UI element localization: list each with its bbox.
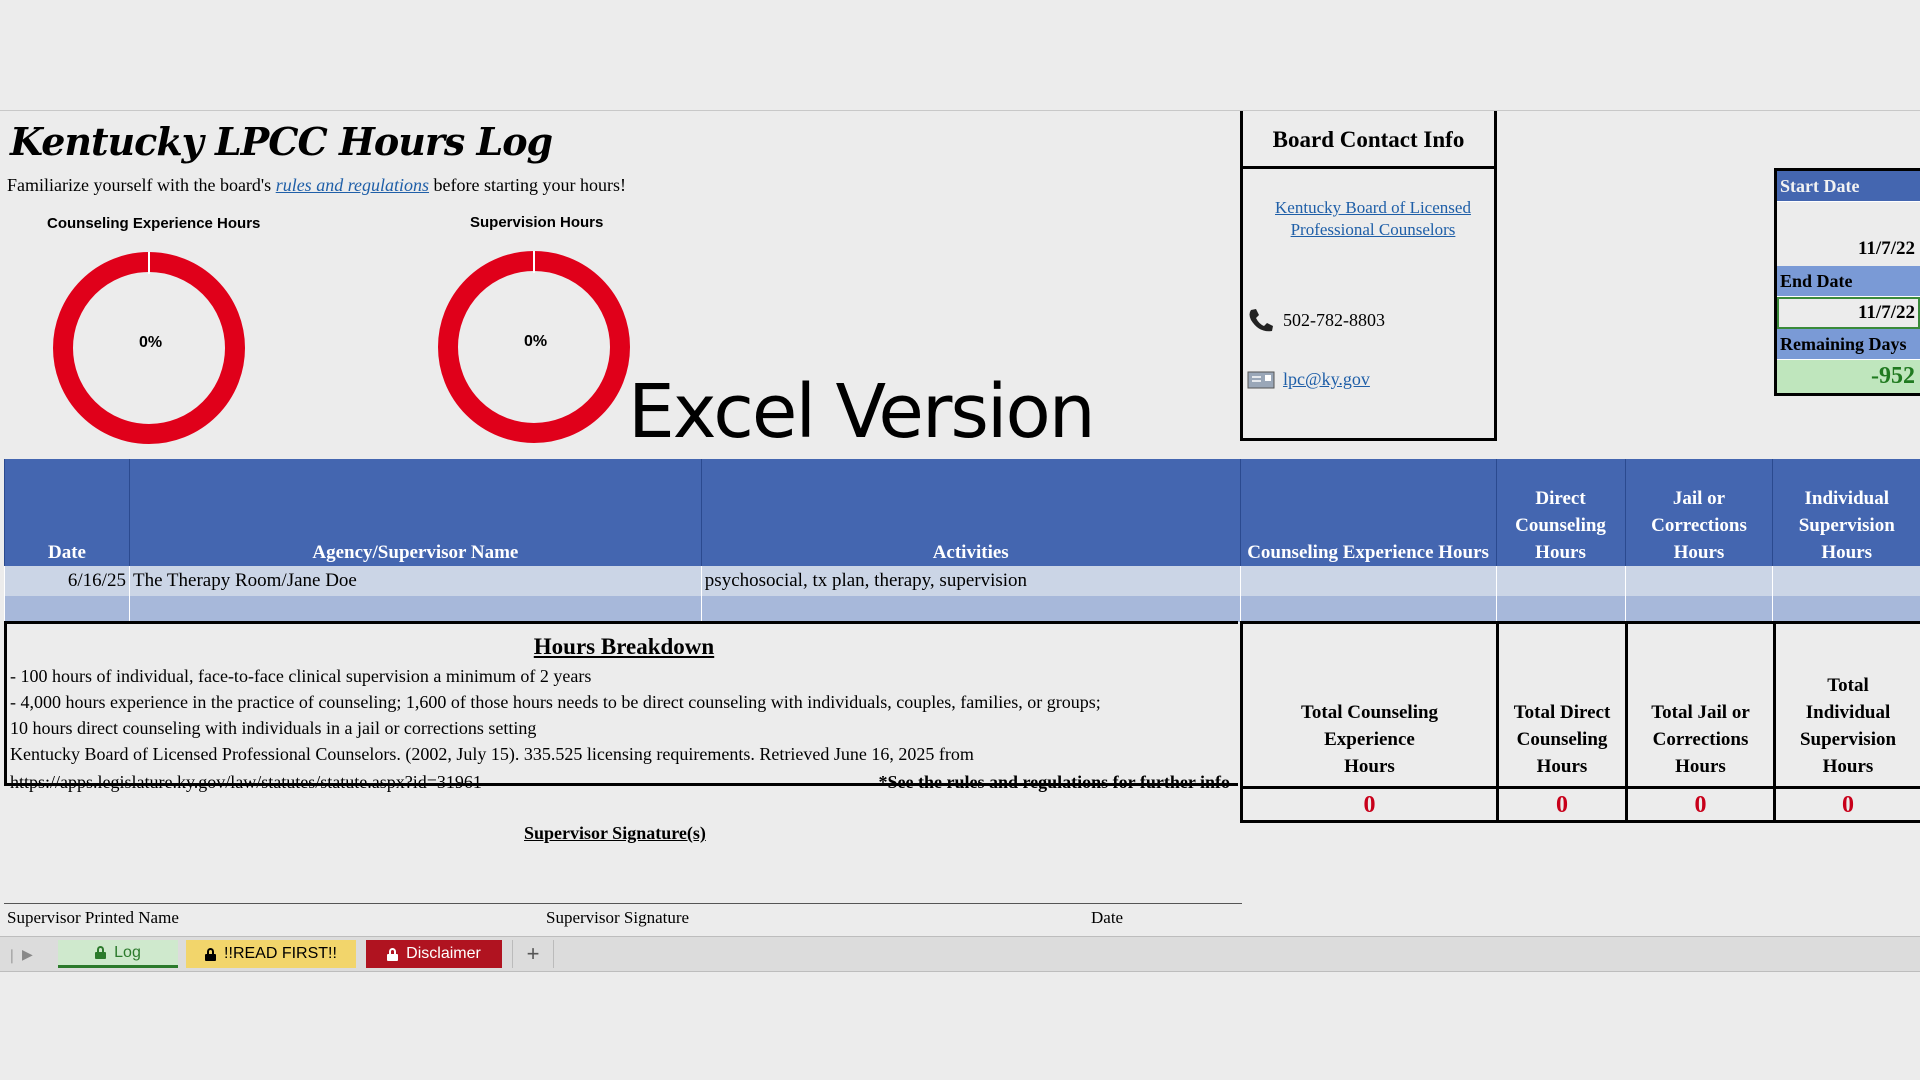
- total-value[interactable]: 0: [1628, 789, 1773, 823]
- printed-name-label: Supervisor Printed Name: [7, 908, 179, 927]
- hours-log-table: Date Agency/Supervisor Name Activities C…: [4, 459, 1920, 622]
- cell-direct[interactable]: [1495, 566, 1626, 596]
- signature-label: Supervisor Signature: [546, 908, 690, 927]
- end-date-cell[interactable]: 11/7/22: [1777, 297, 1920, 329]
- total-label: Total Direct Counseling Hours: [1499, 624, 1625, 789]
- gauge-percent-supervision: 0%: [524, 333, 548, 350]
- intro-text: Familiarize yourself with the board's ru…: [7, 175, 626, 196]
- scroll-right-icon[interactable]: ▶: [22, 946, 33, 963]
- total-value[interactable]: 0: [1499, 789, 1625, 823]
- cell-supervision[interactable]: [1772, 566, 1920, 596]
- tab-label: Disclaimer: [406, 945, 481, 962]
- phone-row: 502-782-8803: [1247, 307, 1385, 333]
- total-label-text: Total Direct Counseling Hours: [1513, 702, 1611, 777]
- total-label: Total Jail or Corrections Hours: [1628, 624, 1773, 789]
- total-supervision: Total Individual Supervision Hours 0: [1773, 624, 1920, 823]
- tab-label: Log: [114, 943, 141, 961]
- breakdown-line: - 100 hours of individual, face-to-face …: [10, 666, 592, 686]
- col-header-supervision[interactable]: Individual Supervision Hours: [1772, 459, 1920, 566]
- col-header-direct[interactable]: Direct Counseling Hours: [1495, 459, 1626, 566]
- col-header-activities[interactable]: Activities: [700, 459, 1241, 566]
- signature-date-label: Date: [1091, 908, 1124, 927]
- tab-label: !!READ FIRST!!: [224, 945, 337, 962]
- gauge-percent-counseling: 0%: [139, 334, 163, 351]
- total-label: Total Individual Supervision Hours: [1776, 624, 1920, 789]
- col-header-agency[interactable]: Agency/Supervisor Name: [128, 459, 702, 566]
- cell-counseling[interactable]: [1239, 566, 1497, 596]
- phone-number: 502-782-8803: [1283, 309, 1385, 330]
- cell-activities[interactable]: psychosocial, tx plan, therapy, supervis…: [700, 566, 1241, 596]
- start-date-label: Start Date: [1777, 171, 1920, 202]
- cell-jail[interactable]: [1624, 566, 1773, 596]
- breakdown-line: Kentucky Board of Licensed Professional …: [10, 744, 974, 764]
- empty-cell[interactable]: [1772, 596, 1920, 622]
- lock-icon: [387, 947, 399, 961]
- sheet-tab-bar: ❘ ▶ Log !!READ FIRST!! Disclaimer +: [0, 936, 1920, 972]
- cell-agency[interactable]: The Therapy Room/Jane Doe: [128, 566, 702, 596]
- excel-version-label: Excel Version: [628, 369, 1096, 455]
- table-row-empty: [4, 596, 1920, 622]
- add-sheet-button[interactable]: +: [512, 940, 554, 968]
- start-date-cell[interactable]: 11/7/22: [1777, 202, 1920, 266]
- total-label: Total Counseling Experience Hours: [1243, 624, 1496, 789]
- breakdown-note: *See the rules and regulations for furth…: [878, 772, 1231, 792]
- total-value[interactable]: 0: [1776, 789, 1920, 823]
- cell-date[interactable]: 6/16/25: [4, 566, 130, 596]
- email-link[interactable]: lpc@ky.gov: [1283, 369, 1370, 390]
- dates-box: Start Date 11/7/22 End Date 11/7/22 Rema…: [1774, 168, 1920, 396]
- empty-cell[interactable]: [128, 596, 702, 622]
- empty-cell[interactable]: [1495, 596, 1626, 622]
- empty-cell[interactable]: [1239, 596, 1497, 622]
- table-row: 6/16/25 The Therapy Room/Jane Doe psycho…: [4, 566, 1920, 596]
- empty-cell[interactable]: [1624, 596, 1773, 622]
- table-header-row: Date Agency/Supervisor Name Activities C…: [4, 459, 1920, 566]
- intro-after: before starting your hours!: [433, 175, 626, 195]
- breakdown-line: 10 hours direct counseling with individu…: [10, 718, 537, 738]
- total-direct: Total Direct Counseling Hours 0: [1496, 624, 1625, 823]
- scroll-left-icon[interactable]: ❘: [6, 947, 18, 964]
- board-website-link[interactable]: Kentucky Board of Licensed Professional …: [1263, 197, 1483, 241]
- signature-title: Supervisor Signature(s): [524, 823, 706, 843]
- total-label-text: Total Individual Supervision Hours: [1799, 675, 1897, 777]
- tab-log[interactable]: Log: [58, 940, 178, 968]
- total-label-text: Total Jail or Corrections Hours: [1651, 702, 1750, 777]
- total-label-text: Total Counseling Experience Hours: [1300, 702, 1439, 777]
- phone-icon: [1249, 309, 1273, 332]
- rules-link[interactable]: rules and regulations: [276, 175, 429, 195]
- remaining-days-value: -952: [1777, 360, 1920, 393]
- breakdown-title: Hours Breakdown: [533, 634, 715, 659]
- spreadsheet-sheet[interactable]: Kentucky LPCC Hours Log Familiarize your…: [0, 110, 1920, 936]
- envelope-icon: [1247, 371, 1275, 388]
- signature-line: [4, 903, 1242, 904]
- totals-block: Total Counseling Experience Hours 0 Tota…: [1240, 621, 1920, 823]
- breakdown-line: - 4,000 hours experience in the practice…: [10, 692, 1101, 712]
- hours-breakdown-box: Hours Breakdown - 100 hours of individua…: [4, 621, 1238, 792]
- email-row: lpc@ky.gov: [1247, 369, 1370, 390]
- gauge-label-counseling: Counseling Experience Hours: [47, 215, 261, 232]
- empty-cell[interactable]: [4, 596, 130, 622]
- breakdown-url: https://apps.legislature.ky.gov/law/stat…: [10, 772, 482, 792]
- tab-read-first[interactable]: !!READ FIRST!!: [186, 940, 356, 968]
- gauge-label-supervision: Supervision Hours: [470, 214, 604, 231]
- remaining-days-label: Remaining Days: [1777, 329, 1920, 360]
- page-title: Kentucky LPCC Hours Log: [10, 119, 553, 164]
- empty-cell[interactable]: [700, 596, 1241, 622]
- end-date-label: End Date: [1777, 266, 1920, 297]
- board-contact-box: Board Contact Info Kentucky Board of Lic…: [1240, 111, 1497, 441]
- total-value[interactable]: 0: [1243, 789, 1496, 823]
- col-header-jail[interactable]: Jail or Corrections Hours: [1624, 459, 1773, 566]
- col-header-date[interactable]: Date: [4, 459, 130, 566]
- tab-disclaimer[interactable]: Disclaimer: [366, 940, 502, 968]
- contact-heading: Board Contact Info: [1243, 111, 1494, 169]
- col-header-counseling[interactable]: Counseling Experience Hours: [1239, 459, 1497, 566]
- total-counseling: Total Counseling Experience Hours 0: [1240, 624, 1496, 823]
- lock-icon: [205, 947, 217, 961]
- total-jail: Total Jail or Corrections Hours 0: [1625, 624, 1773, 823]
- lock-icon: [95, 946, 107, 959]
- intro-before: Familiarize yourself with the board's: [7, 175, 272, 195]
